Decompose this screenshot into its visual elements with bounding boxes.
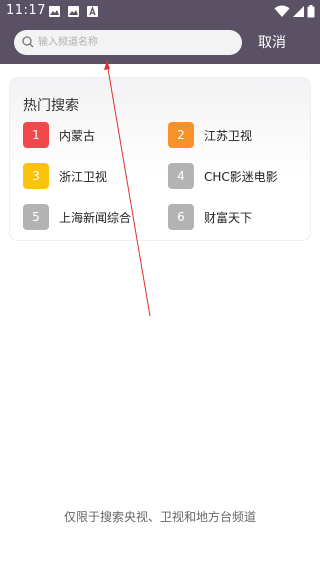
footer-note: 仅限于搜索央视、卫视和地方台频道 (63, 510, 256, 524)
hot-search-item[interactable]: 3 浙江卫视 (23, 163, 153, 191)
status-bar: 11:17 (0, 0, 320, 24)
wifi-icon (274, 5, 290, 17)
rank-badge: 3 (23, 163, 49, 189)
channel-name: CHC影迷电影 (204, 170, 278, 184)
channel-name: 江苏卫视 (204, 129, 253, 143)
channel-name: 浙江卫视 (59, 170, 108, 184)
hot-search-item[interactable]: 4 CHC影迷电影 (168, 163, 298, 191)
status-time: 11:17 (6, 3, 46, 18)
cancel-button[interactable]: 取消 (258, 32, 286, 54)
rank-badge: 6 (168, 204, 194, 230)
hot-search-title: 热门搜索 (23, 98, 79, 114)
battery-icon (307, 5, 315, 18)
search-header: 取消 (0, 24, 320, 64)
rank-badge: 2 (168, 122, 194, 148)
rank-badge: 1 (23, 122, 49, 148)
hot-search-item[interactable]: 1 内蒙古 (23, 122, 153, 150)
hot-search-card: 热门搜索 1 内蒙古 2 江苏卫视 3 浙江卫视 4 CHC影迷电影 5 上海新… (10, 78, 310, 240)
channel-name: 财富天下 (204, 211, 253, 225)
image-icon (49, 6, 60, 17)
hot-search-item[interactable]: 6 财富天下 (168, 204, 298, 232)
search-icon (22, 36, 34, 48)
search-box[interactable] (14, 30, 242, 55)
signal-icon (293, 6, 304, 17)
rank-badge: 4 (168, 163, 194, 189)
image-icon (68, 6, 79, 17)
channel-name: 上海新闻综合 (59, 211, 132, 225)
search-input[interactable] (38, 32, 234, 53)
app-notification-icon (87, 6, 98, 17)
rank-badge: 5 (23, 204, 49, 230)
hot-search-item[interactable]: 5 上海新闻综合 (23, 204, 153, 232)
hot-search-item[interactable]: 2 江苏卫视 (168, 122, 298, 150)
channel-name: 内蒙古 (59, 129, 96, 143)
